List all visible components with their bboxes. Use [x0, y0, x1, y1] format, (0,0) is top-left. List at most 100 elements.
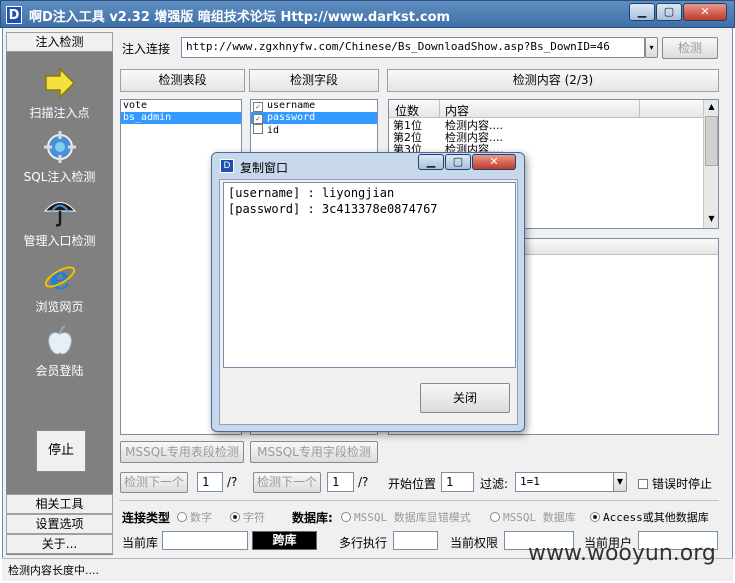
radio-access[interactable]: Access或其他数据库	[590, 509, 709, 525]
filter-select[interactable]: 1=1	[515, 472, 615, 492]
stop-on-error-label: 错误时停止	[652, 477, 713, 491]
dialog-app-icon: D	[220, 159, 234, 173]
checkbox[interactable]	[638, 479, 648, 489]
dialog-maximize-button[interactable]: ▢	[445, 154, 471, 170]
radio-button[interactable]	[177, 512, 187, 522]
sidebar-item-label: 管理入口检测	[23, 234, 96, 248]
sidebar-item-label: 会员登陆	[35, 364, 84, 378]
mssql-tables-button[interactable]: MSSQL专用表段检测	[120, 441, 244, 463]
stop-on-error-checkbox[interactable]: 错误时停止	[638, 475, 712, 492]
dialog-close-action-button[interactable]: 关闭	[420, 383, 510, 413]
fields-header: 检测字段	[249, 69, 379, 92]
close-button[interactable]: ✕	[683, 3, 727, 21]
current-db-label: 当前库	[122, 536, 159, 550]
status-text: 检测内容长度中....	[8, 564, 99, 577]
minimize-button[interactable]: ▁	[629, 3, 655, 21]
dialog-line: [password] : 3c413378e0874767	[228, 202, 438, 216]
radio-numeric[interactable]: 数字	[177, 509, 212, 525]
umbrella-icon	[43, 202, 76, 227]
sidebar-item-label: SQL注入检测	[23, 170, 96, 184]
column-header[interactable]: 位数	[395, 102, 419, 119]
checkbox[interactable]	[253, 124, 263, 134]
radio-string[interactable]: 字符	[230, 509, 265, 525]
sidebar-settings[interactable]: 设置选项	[6, 514, 113, 534]
stop-button[interactable]: 停止	[36, 430, 86, 472]
sidebar-item-admin[interactable]: 管理入口检测	[6, 194, 113, 249]
sidebar-item-sql[interactable]: SQL注入检测	[6, 130, 113, 185]
sidebar-item-login[interactable]: 会员登陆	[6, 324, 113, 379]
radio-button[interactable]	[590, 512, 600, 522]
radio-button[interactable]	[490, 512, 500, 522]
grid-header: 位数 内容	[389, 100, 703, 118]
sidebar-item-label: 扫描注入点	[29, 106, 90, 120]
scroll-up-icon[interactable]: ▲	[705, 102, 718, 114]
filter-label: 过滤:	[480, 477, 509, 491]
cross-db-button[interactable]: 跨库	[252, 531, 317, 550]
next-table-button[interactable]: 检测下一个	[120, 472, 188, 493]
radio-mssql[interactable]: MSSQL 数据库	[490, 509, 576, 525]
dialog-title: 复制窗口	[240, 161, 289, 175]
radio-mssql-error[interactable]: MSSQL 数据库显错模式	[341, 509, 471, 525]
radio-label: 数字	[190, 511, 212, 524]
column-header[interactable]: 内容	[445, 102, 469, 119]
url-label: 注入连接	[122, 42, 171, 56]
radio-button[interactable]	[341, 512, 351, 522]
field-name: password	[267, 112, 316, 123]
list-item[interactable]: ✓ username	[251, 100, 377, 112]
sidebar-about[interactable]: 关于...	[6, 534, 113, 554]
checkbox[interactable]: ✓	[253, 114, 263, 124]
list-item[interactable]: bs_admin	[121, 112, 241, 124]
dialog-minimize-button[interactable]: ▁	[418, 154, 444, 170]
apple-icon	[47, 325, 72, 355]
list-item[interactable]: vote	[121, 100, 241, 112]
watermark: www.wooyun.org	[528, 541, 716, 566]
sidebar-header[interactable]: 注入检测	[6, 32, 113, 52]
radio-label: MSSQL 数据库显错模式	[354, 511, 471, 524]
title-bar: D 啊D注入工具 v2.32 增强版 暗组技术论坛 Http://www.dar…	[0, 0, 735, 28]
url-dropdown-button[interactable]: ▾	[645, 37, 658, 58]
window-title: 啊D注入工具 v2.32 增强版 暗组技术论坛 Http://www.darks…	[29, 10, 451, 25]
maximize-button[interactable]: ▢	[656, 3, 682, 21]
filter-dropdown-icon[interactable]: ▼	[613, 472, 627, 492]
current-db-input[interactable]	[162, 531, 248, 550]
list-item[interactable]: ✓ password	[251, 112, 377, 124]
detect-button[interactable]: 检测	[662, 37, 718, 59]
copy-dialog: D 复制窗口 ▁ ▢ ✕ [username] : liyongjian [pa…	[211, 152, 525, 432]
start-input[interactable]: 1	[441, 472, 474, 492]
dialog-line: [username] : liyongjian	[228, 186, 395, 200]
next-table-suffix: /?	[227, 475, 238, 489]
sidebar-related-tools[interactable]: 相关工具	[6, 494, 113, 514]
dialog-body: [username] : liyongjian [password] : 3c4…	[219, 179, 518, 425]
start-label: 开始位置	[388, 477, 437, 491]
sidebar-item-browse[interactable]: e 浏览网页	[6, 260, 113, 315]
sidebar-item-label: 浏览网页	[35, 300, 84, 314]
sidebar: 注入检测 扫描注入点 SQL注入检测 管理入口检测 e 浏览网页 会员登陆 停止…	[6, 32, 113, 555]
conn-type-label: 连接类型	[122, 511, 171, 525]
field-name: username	[267, 100, 316, 111]
current-perm-label: 当前权限	[450, 536, 499, 550]
globe-target-icon	[43, 131, 76, 163]
multi-exec-label: 多行执行	[339, 536, 388, 550]
app-icon: D	[6, 6, 22, 24]
next-table-input[interactable]: 1	[197, 472, 223, 492]
tables-header: 检测表段	[120, 69, 245, 92]
list-item[interactable]: id	[251, 124, 377, 136]
scroll-down-icon[interactable]: ▼	[705, 214, 718, 226]
radio-label: 字符	[243, 511, 265, 524]
sidebar-item-scan[interactable]: 扫描注入点	[6, 66, 113, 121]
dialog-close-button[interactable]: ✕	[472, 154, 516, 170]
scroll-thumb[interactable]	[705, 116, 718, 166]
content-header: 检测内容 (2/3)	[387, 69, 719, 92]
mssql-fields-button[interactable]: MSSQL专用字段检测	[250, 441, 378, 463]
checkbox[interactable]: ✓	[253, 102, 263, 112]
multi-exec-input[interactable]	[393, 531, 438, 550]
svg-text:e: e	[49, 260, 69, 294]
grid-scrollbar[interactable]: ▲ ▼	[703, 100, 718, 228]
next-field-button[interactable]: 检测下一个	[253, 472, 321, 493]
next-field-input[interactable]: 1	[327, 472, 354, 492]
dialog-textarea[interactable]: [username] : liyongjian [password] : 3c4…	[223, 182, 516, 368]
db-label: 数据库:	[292, 511, 333, 525]
url-input[interactable]: http://www.zgxhnyfw.com/Chinese/Bs_Downl…	[181, 37, 645, 58]
radio-label: Access或其他数据库	[603, 511, 709, 524]
radio-button[interactable]	[230, 512, 240, 522]
